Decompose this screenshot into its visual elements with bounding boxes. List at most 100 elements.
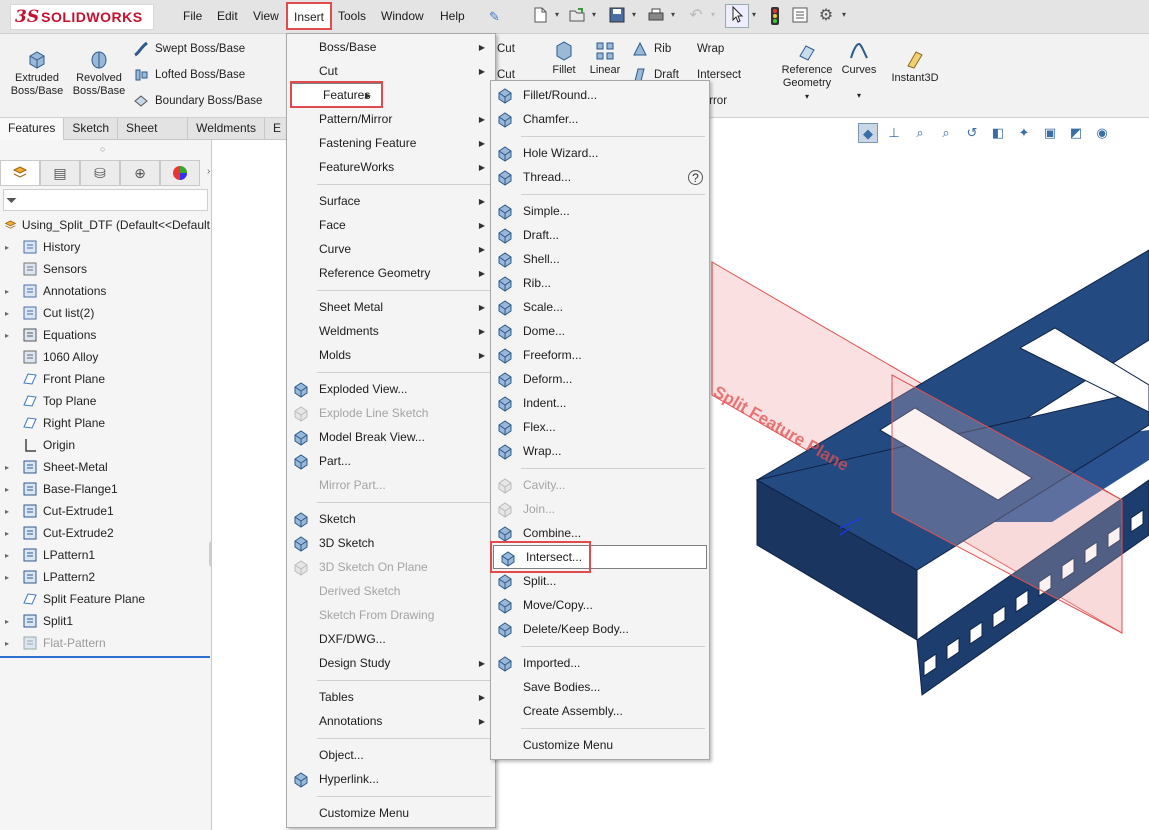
menu-item-part[interactable]: Part... — [287, 449, 495, 473]
tree-item[interactable]: Sensors — [0, 258, 210, 280]
view-orientation-cube-icon[interactable]: ▣ — [1040, 123, 1060, 143]
expand-arrow-icon[interactable]: ▸ — [5, 529, 15, 538]
expand-arrow-icon[interactable]: ▸ — [5, 485, 15, 494]
linear-pattern-button[interactable]: Linear Patt... — [586, 40, 624, 78]
save-dropdown-icon[interactable]: ▾ — [632, 10, 636, 19]
tree-root[interactable]: Using_Split_DTF (Default<<Default — [0, 214, 210, 236]
tree-item[interactable]: ▸ Split1 — [0, 610, 210, 632]
tab-features[interactable]: Features — [0, 118, 65, 140]
menu-item-dxf-dwg[interactable]: DXF/DWG... — [287, 627, 495, 651]
menu-item-design-study[interactable]: Design Study ▶ — [287, 651, 495, 675]
expand-arrow-icon[interactable]: ▸ — [5, 573, 15, 582]
tree-item[interactable]: Front Plane — [0, 368, 210, 390]
extruded-boss-base-button[interactable]: Extruded Boss/Base — [8, 48, 66, 98]
tree-item[interactable]: Origin — [0, 434, 210, 456]
tree-item[interactable]: ▸ Cut-Extrude1 — [0, 500, 210, 522]
tree-item[interactable]: 1060 Alloy — [0, 346, 210, 368]
menu-item-fastening-feature[interactable]: Fastening Feature ▶ — [287, 131, 495, 155]
options-dropdown-icon[interactable]: ▾ — [842, 10, 846, 19]
menu-item-thread[interactable]: Thread...? — [491, 165, 709, 189]
tree-item[interactable]: ▸ Flat-Pattern — [0, 632, 210, 654]
undo-icon[interactable]: ↶ — [686, 6, 706, 26]
print-icon[interactable] — [646, 6, 666, 26]
options-gear-icon[interactable]: ⚙ — [816, 6, 836, 26]
rib-button[interactable]: Rib — [632, 40, 671, 58]
cut-button-1[interactable]: Cut — [497, 40, 515, 58]
menu-view[interactable]: View — [253, 9, 279, 23]
tab-sketch[interactable]: Sketch — [64, 118, 119, 140]
tree-item[interactable]: ▸ Equations — [0, 324, 210, 346]
curves-dropdown-icon[interactable]: ▾ — [840, 89, 878, 102]
menu-item-deform[interactable]: Deform... — [491, 367, 709, 391]
boundary-boss-base-button[interactable]: Boundary Boss/Base — [133, 92, 262, 110]
menu-item-weldments[interactable]: Weldments ▶ — [287, 319, 495, 343]
menu-help[interactable]: Help — [440, 9, 465, 23]
pin-icon[interactable]: ✎ — [489, 9, 503, 24]
expand-arrow-icon[interactable]: ▸ — [5, 287, 15, 296]
rebuild-icon[interactable] — [765, 6, 785, 26]
dimxpert-tab-icon[interactable]: ⊕ — [120, 160, 160, 186]
lofted-boss-base-button[interactable]: Lofted Boss/Base — [133, 66, 245, 84]
swept-boss-base-button[interactable]: Swept Boss/Base — [133, 40, 245, 58]
menu-item-flex[interactable]: Flex... — [491, 415, 709, 439]
menu-tools[interactable]: Tools — [338, 9, 366, 23]
open-dropdown-icon[interactable]: ▾ — [592, 10, 596, 19]
instant3d-button[interactable]: Instant3D — [886, 48, 944, 85]
wrap-button[interactable]: Wrap — [697, 40, 724, 58]
menu-item-hyperlink[interactable]: Hyperlink... — [287, 767, 495, 791]
menu-item-fillet-round[interactable]: Fillet/Round... — [491, 83, 709, 107]
menu-window[interactable]: Window — [381, 9, 424, 23]
dynamic-annotation-icon[interactable]: ✦ — [1014, 123, 1034, 143]
menu-item-pattern-mirror[interactable]: Pattern/Mirror ▶ — [287, 107, 495, 131]
expand-arrow-icon[interactable]: ▸ — [5, 463, 15, 472]
select-dropdown-icon[interactable]: ▾ — [752, 10, 756, 19]
expand-arrow-icon[interactable]: ▸ — [5, 243, 15, 252]
expand-arrow-icon[interactable]: ▸ — [5, 639, 15, 648]
expand-arrow-icon[interactable]: ▸ — [5, 331, 15, 340]
hide-show-items-icon[interactable]: ◉ — [1092, 123, 1112, 143]
reference-geometry-button[interactable]: Reference Geometry ▾ — [777, 40, 837, 103]
menu-item-reference-geometry[interactable]: Reference Geometry ▶ — [287, 261, 495, 285]
tree-item[interactable]: Top Plane — [0, 390, 210, 412]
solidworks-logo[interactable]: 3S SOLIDWORKS — [10, 4, 154, 30]
menu-item-object[interactable]: Object... — [287, 743, 495, 767]
triad-view-icon[interactable]: ⊥ — [884, 123, 904, 143]
menu-insert[interactable]: Insert — [286, 2, 332, 30]
tree-item[interactable]: ▸ Sheet-Metal — [0, 456, 210, 478]
tree-item[interactable]: ▸ Annotations — [0, 280, 210, 302]
tree-item[interactable]: Split Feature Plane — [0, 588, 210, 610]
menu-item-face[interactable]: Face ▶ — [287, 213, 495, 237]
menu-item-chamfer[interactable]: Chamfer... — [491, 107, 709, 131]
tree-item[interactable]: ▸ Base-Flange1 — [0, 478, 210, 500]
menu-item-freeform[interactable]: Freeform... — [491, 343, 709, 367]
menu-item-save-bodies[interactable]: Save Bodies... — [491, 675, 709, 699]
menu-item-exploded-view[interactable]: Exploded View... — [287, 377, 495, 401]
tree-item[interactable]: ▸ Cut-Extrude2 — [0, 522, 210, 544]
print-dropdown-icon[interactable]: ▾ — [671, 10, 675, 19]
menu-item-hole-wizard[interactable]: Hole Wizard... — [491, 141, 709, 165]
tab-sheet-metal[interactable]: Sheet Metal — [118, 118, 189, 156]
menu-item-customize-menu[interactable]: Customize Menu — [287, 801, 495, 825]
expand-arrow-icon[interactable]: ▸ — [5, 551, 15, 560]
revolved-boss-base-button[interactable]: Revolved Boss/Base — [70, 48, 128, 98]
tree-item[interactable]: ▸ LPattern2 — [0, 566, 210, 588]
menu-item-boss-base[interactable]: Boss/Base ▶ — [287, 35, 495, 59]
property-manager-tab-icon[interactable]: ▤ — [40, 160, 80, 186]
feature-filter-input[interactable]: ⏷ — [3, 189, 208, 211]
menu-edit[interactable]: Edit — [217, 9, 238, 23]
feature-tree-tab-icon[interactable] — [0, 160, 40, 186]
help-icon[interactable]: ? — [688, 169, 703, 185]
section-view-icon[interactable]: ◧ — [988, 123, 1008, 143]
zoom-to-area-icon[interactable]: ⌕ — [936, 123, 956, 143]
display-style-icon[interactable]: ◩ — [1066, 123, 1086, 143]
menu-item-rib[interactable]: Rib... — [491, 271, 709, 295]
menu-item-scale[interactable]: Scale... — [491, 295, 709, 319]
configuration-manager-tab-icon[interactable]: ⛁ — [80, 160, 120, 186]
new-document-icon[interactable] — [530, 6, 550, 26]
menu-item-model-break-view[interactable]: Model Break View... — [287, 425, 495, 449]
tree-item[interactable]: Right Plane — [0, 412, 210, 434]
refgeom-dropdown-icon[interactable]: ▾ — [777, 90, 837, 103]
previous-view-icon[interactable]: ↺ — [962, 123, 982, 143]
curves-button[interactable]: Curves ▾ — [840, 40, 878, 102]
panel-grip-icon[interactable]: ○ — [100, 144, 105, 154]
